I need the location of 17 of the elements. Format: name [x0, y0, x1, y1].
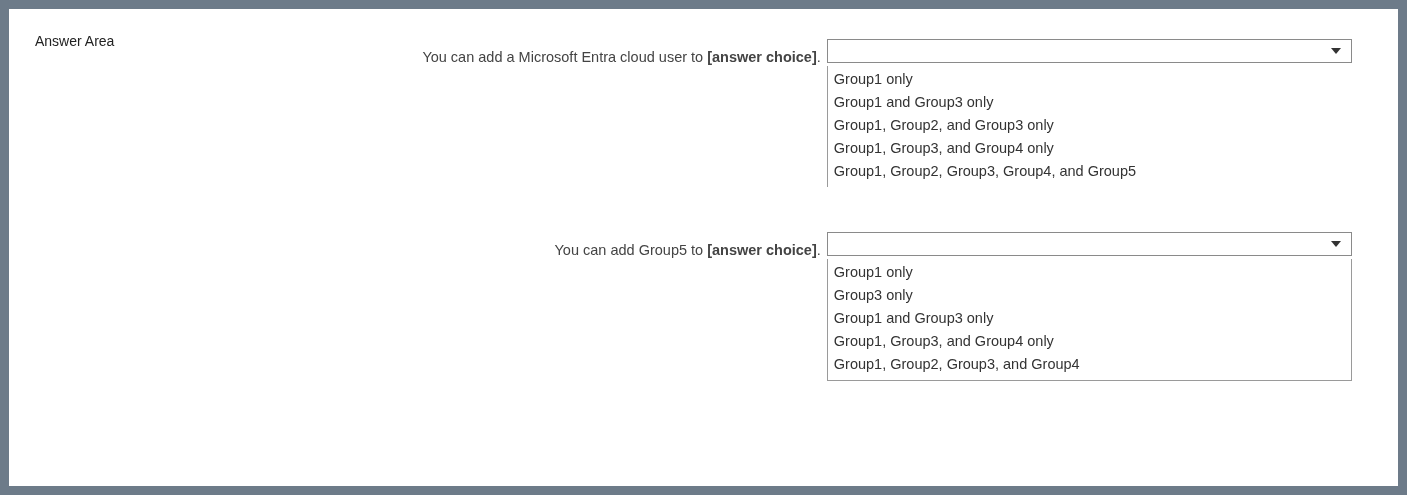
panel-title: Answer Area: [35, 32, 116, 51]
dropdown-option[interactable]: Group1, Group2, Group3, Group4, and Group5: [827, 160, 1352, 183]
dropdown-option[interactable]: Group1 and Group3 only: [827, 307, 1351, 330]
dropdown-option[interactable]: Group1, Group2, and Group3 only: [827, 114, 1352, 137]
dropdown-option[interactable]: Group3 only: [827, 284, 1351, 307]
dropdown-option[interactable]: Group1 and Group3 only: [827, 91, 1352, 114]
question-statement: You can add Group5 to [answer choice].: [554, 241, 821, 260]
question-statement: You can add a Microsoft Entra cloud user to [answer choice].: [422, 48, 821, 67]
dropdown-option[interactable]: Group1, Group3, and Group4 only: [827, 137, 1352, 160]
dropdown-option[interactable]: Group1, Group3, and Group4 only: [827, 330, 1351, 353]
caret-icon: [1331, 48, 1341, 54]
answer-dropdown[interactable]: [826, 232, 1352, 256]
answer-dropdown[interactable]: [826, 39, 1352, 63]
dropdown-option[interactable]: Group1 only: [827, 261, 1351, 284]
dropdown-option[interactable]: Group1 only: [827, 68, 1352, 91]
dropdown-option[interactable]: Group1, Group2, Group3, and Group4: [827, 353, 1351, 376]
caret-icon: [1331, 241, 1341, 247]
